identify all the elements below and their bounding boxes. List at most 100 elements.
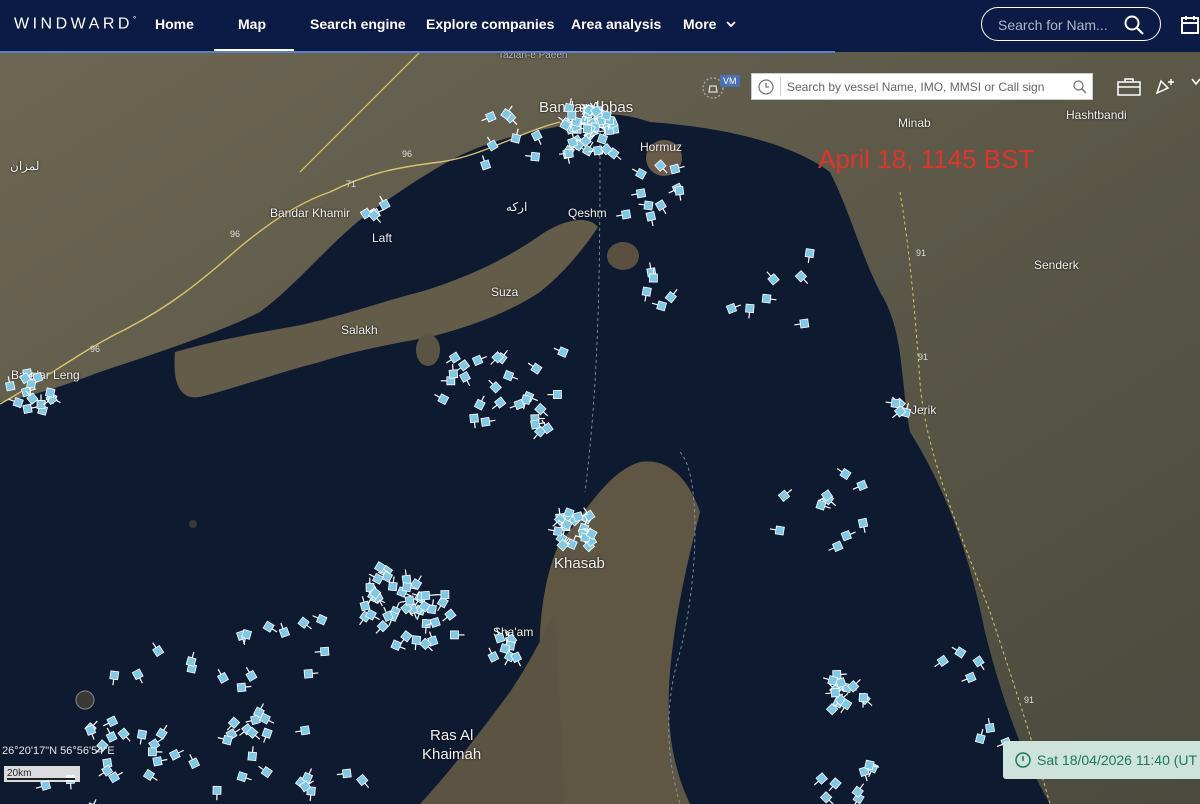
vessel-marker[interactable]: [669, 163, 686, 175]
vessel-marker[interactable]: [236, 682, 252, 693]
vessel-marker[interactable]: [131, 668, 146, 685]
vessel-marker[interactable]: [493, 627, 506, 644]
vessel-marker[interactable]: [654, 199, 669, 216]
vessel-marker[interactable]: [155, 723, 170, 740]
nav-map[interactable]: Map: [238, 16, 266, 32]
bell-add-icon[interactable]: [1153, 76, 1179, 98]
vessel-marker[interactable]: [85, 798, 100, 804]
vessel-marker[interactable]: [373, 619, 390, 637]
vessel-marker[interactable]: [558, 148, 574, 159]
nav-more[interactable]: More: [683, 16, 716, 32]
vessel-marker[interactable]: [147, 747, 163, 757]
vessel-marker[interactable]: [7, 396, 24, 409]
vessel-marker[interactable]: [480, 416, 496, 427]
vessel-marker[interactable]: [794, 270, 810, 287]
vessel-marker[interactable]: [885, 398, 901, 409]
vessel-marker[interactable]: [260, 727, 273, 744]
vessel-marker[interactable]: [563, 97, 575, 114]
vessel-marker[interactable]: [552, 345, 569, 358]
vessel-search-input[interactable]: Search by vessel Name, IMO, MMSI or Call…: [751, 73, 1093, 100]
vessel-marker[interactable]: [136, 729, 148, 745]
vessel-marker[interactable]: [473, 394, 487, 411]
vessel-marker[interactable]: [433, 391, 450, 406]
vessel-marker[interactable]: [485, 646, 500, 663]
vessel-marker[interactable]: [674, 185, 685, 201]
vessel-marker[interactable]: [390, 639, 407, 653]
vessel-marker[interactable]: [641, 286, 652, 302]
vessel-marker[interactable]: [295, 725, 311, 736]
vessel-marker[interactable]: [547, 390, 562, 399]
vessel-marker[interactable]: [376, 194, 391, 211]
vessel-marker[interactable]: [256, 763, 273, 779]
vessel-marker[interactable]: [399, 595, 415, 606]
vessel-marker[interactable]: [819, 791, 836, 804]
vessel-marker[interactable]: [851, 781, 867, 798]
vessel-marker[interactable]: [950, 644, 967, 659]
vessel-marker[interactable]: [243, 665, 258, 682]
vessel-marker[interactable]: [102, 715, 119, 729]
vessel-marker[interactable]: [664, 287, 680, 304]
vessel-marker[interactable]: [777, 486, 794, 502]
map-timestamp[interactable]: Sat 18/04/2026 11:40 (UT: [1003, 741, 1200, 779]
vessel-marker[interactable]: [356, 773, 372, 790]
vessel-marker[interactable]: [434, 590, 450, 600]
vessel-marker[interactable]: [401, 569, 412, 585]
vessel-marker[interactable]: [638, 200, 654, 211]
vessel-marker[interactable]: [4, 376, 16, 392]
vessel-marker[interactable]: [651, 299, 668, 312]
nav-area-analysis[interactable]: Area analysis: [571, 16, 661, 32]
vessel-marker[interactable]: [236, 771, 253, 784]
vessel-marker[interactable]: [794, 318, 810, 329]
nav-search-engine[interactable]: Search engine: [310, 16, 406, 32]
nav-home[interactable]: Home: [155, 16, 194, 32]
vessel-marker[interactable]: [440, 608, 457, 624]
toolbox-icon[interactable]: [1116, 76, 1142, 98]
vessel-marker[interactable]: [530, 129, 544, 146]
vessel-marker[interactable]: [297, 616, 314, 632]
vessel-marker[interactable]: [186, 753, 201, 770]
vessel-marker[interactable]: [510, 128, 522, 144]
vessel-marker[interactable]: [725, 301, 742, 315]
vessel-marker[interactable]: [450, 630, 465, 640]
vessel-marker[interactable]: [761, 293, 777, 304]
vessel-marker[interactable]: [277, 622, 290, 639]
search-icon[interactable]: [1123, 14, 1145, 36]
vessel-marker[interactable]: [764, 269, 780, 286]
vessel-marker[interactable]: [745, 303, 755, 319]
vessel-marker[interactable]: [247, 746, 257, 762]
windward-logo[interactable]: WINDWARD°: [14, 15, 136, 33]
vm-badge[interactable]: VM: [720, 75, 740, 87]
vessel-marker[interactable]: [479, 154, 492, 171]
vessel-marker[interactable]: [336, 768, 352, 779]
vessel-marker[interactable]: [526, 360, 543, 375]
vessel-marker[interactable]: [630, 188, 647, 199]
vessel-marker[interactable]: [168, 747, 185, 761]
vessel-marker[interactable]: [826, 777, 842, 794]
vessel-marker[interactable]: [835, 465, 852, 481]
vessel-marker[interactable]: [804, 248, 815, 264]
vessel-marker[interactable]: [630, 165, 647, 180]
vessel-marker[interactable]: [109, 670, 120, 686]
vessel-marker[interactable]: [142, 768, 159, 783]
vessel-marker[interactable]: [117, 727, 133, 744]
vessel-marker[interactable]: [984, 717, 996, 734]
vessel-marker[interactable]: [215, 667, 229, 684]
vessel-marker[interactable]: [410, 574, 425, 591]
vessel-marker[interactable]: [645, 211, 657, 227]
vessel-marker[interactable]: [380, 605, 394, 623]
vessel-marker[interactable]: [525, 151, 541, 162]
vessel-marker[interactable]: [262, 620, 279, 635]
vessel-marker[interactable]: [36, 394, 46, 409]
vessel-marker[interactable]: [486, 377, 502, 394]
vessel-marker[interactable]: [857, 517, 869, 533]
vessel-marker[interactable]: [654, 159, 670, 176]
vessel-marker[interactable]: [420, 590, 436, 601]
calendar-icon[interactable]: [1180, 14, 1200, 36]
vessel-marker[interactable]: [502, 369, 519, 382]
vessel-marker[interactable]: [459, 370, 474, 387]
vessel-marker[interactable]: [469, 413, 479, 429]
vessel-marker[interactable]: [825, 687, 841, 698]
nav-explore-companies[interactable]: Explore companies: [426, 16, 554, 32]
vessel-marker[interactable]: [974, 728, 986, 745]
clock-icon[interactable]: [757, 78, 775, 96]
